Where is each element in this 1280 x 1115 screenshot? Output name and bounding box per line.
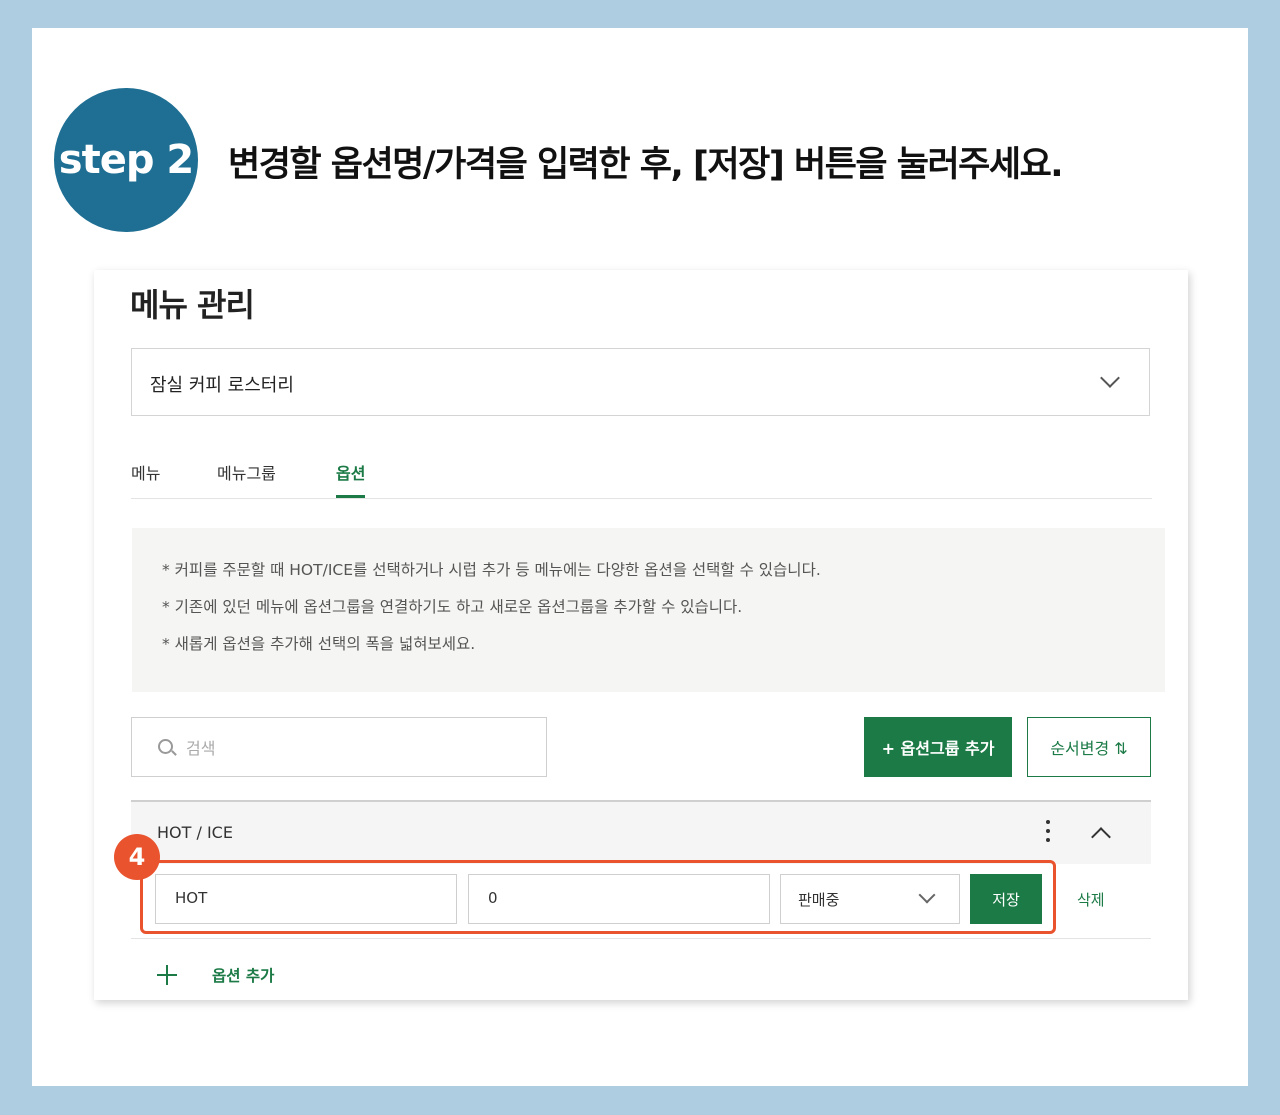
more-options-icon[interactable] — [1046, 820, 1052, 846]
search-input[interactable] — [184, 734, 528, 762]
info-box: * 커피를 주문할 때 HOT/ICE를 선택하거나 시럽 추가 등 메뉴에는 … — [132, 528, 1165, 692]
tab-bar: 메뉴 메뉴그룹 옵션 — [131, 456, 1152, 499]
step-instruction: 변경할 옵션명/가격을 입력한 후, [저장] 버튼을 눌러주세요. — [228, 145, 1064, 185]
search-box — [131, 717, 547, 777]
option-group-name: HOT / ICE — [157, 823, 233, 842]
add-option-label: 옵션 추가 — [212, 967, 275, 985]
option-status-select[interactable]: 판매중 — [780, 874, 960, 924]
option-name-input[interactable] — [173, 888, 417, 908]
tab-menu[interactable]: 메뉴 — [131, 460, 160, 498]
menu-management-panel: 메뉴 관리 잠실 커피 로스터리 메뉴 메뉴그룹 옵션 * 커피를 주문할 때 … — [94, 270, 1188, 1000]
store-select-value: 잠실 커피 로스터리 — [150, 375, 294, 396]
chevron-down-icon — [918, 886, 936, 904]
page-title: 메뉴 관리 — [130, 286, 255, 324]
store-select[interactable]: 잠실 커피 로스터리 — [131, 348, 1150, 416]
info-line: * 커피를 주문할 때 HOT/ICE를 선택하거나 시럽 추가 등 메뉴에는 … — [162, 561, 821, 579]
option-price-input[interactable] — [486, 888, 730, 908]
option-name-field — [155, 874, 457, 924]
add-option-button[interactable]: 옵션 추가 — [157, 960, 274, 990]
delete-link[interactable]: 삭제 — [1077, 889, 1105, 910]
search-icon — [158, 739, 173, 754]
option-status-value: 판매중 — [798, 891, 840, 909]
info-line: * 기존에 있던 메뉴에 옵션그룹을 연결하기도 하고 새로운 옵션그룹을 추가… — [162, 598, 743, 616]
plus-icon — [157, 965, 177, 985]
option-group-header: HOT / ICE — [131, 800, 1151, 864]
chevron-up-icon[interactable] — [1091, 827, 1111, 847]
option-price-field — [468, 874, 770, 924]
step-badge: step 2 — [54, 88, 198, 232]
reorder-button[interactable]: 순서변경 ⇅ — [1027, 717, 1151, 777]
add-option-group-button[interactable]: + 옵션그룹 추가 — [864, 717, 1012, 777]
chevron-down-icon — [1100, 368, 1120, 388]
tab-menu-group[interactable]: 메뉴그룹 — [217, 460, 276, 498]
tab-options[interactable]: 옵션 — [336, 460, 366, 498]
info-line: * 새롭게 옵션을 추가해 선택의 폭을 넓혀보세요. — [162, 635, 476, 653]
step-number-badge: 4 — [114, 834, 160, 880]
save-button[interactable]: 저장 — [970, 874, 1042, 924]
option-row: 판매중 저장 삭제 — [131, 862, 1151, 939]
